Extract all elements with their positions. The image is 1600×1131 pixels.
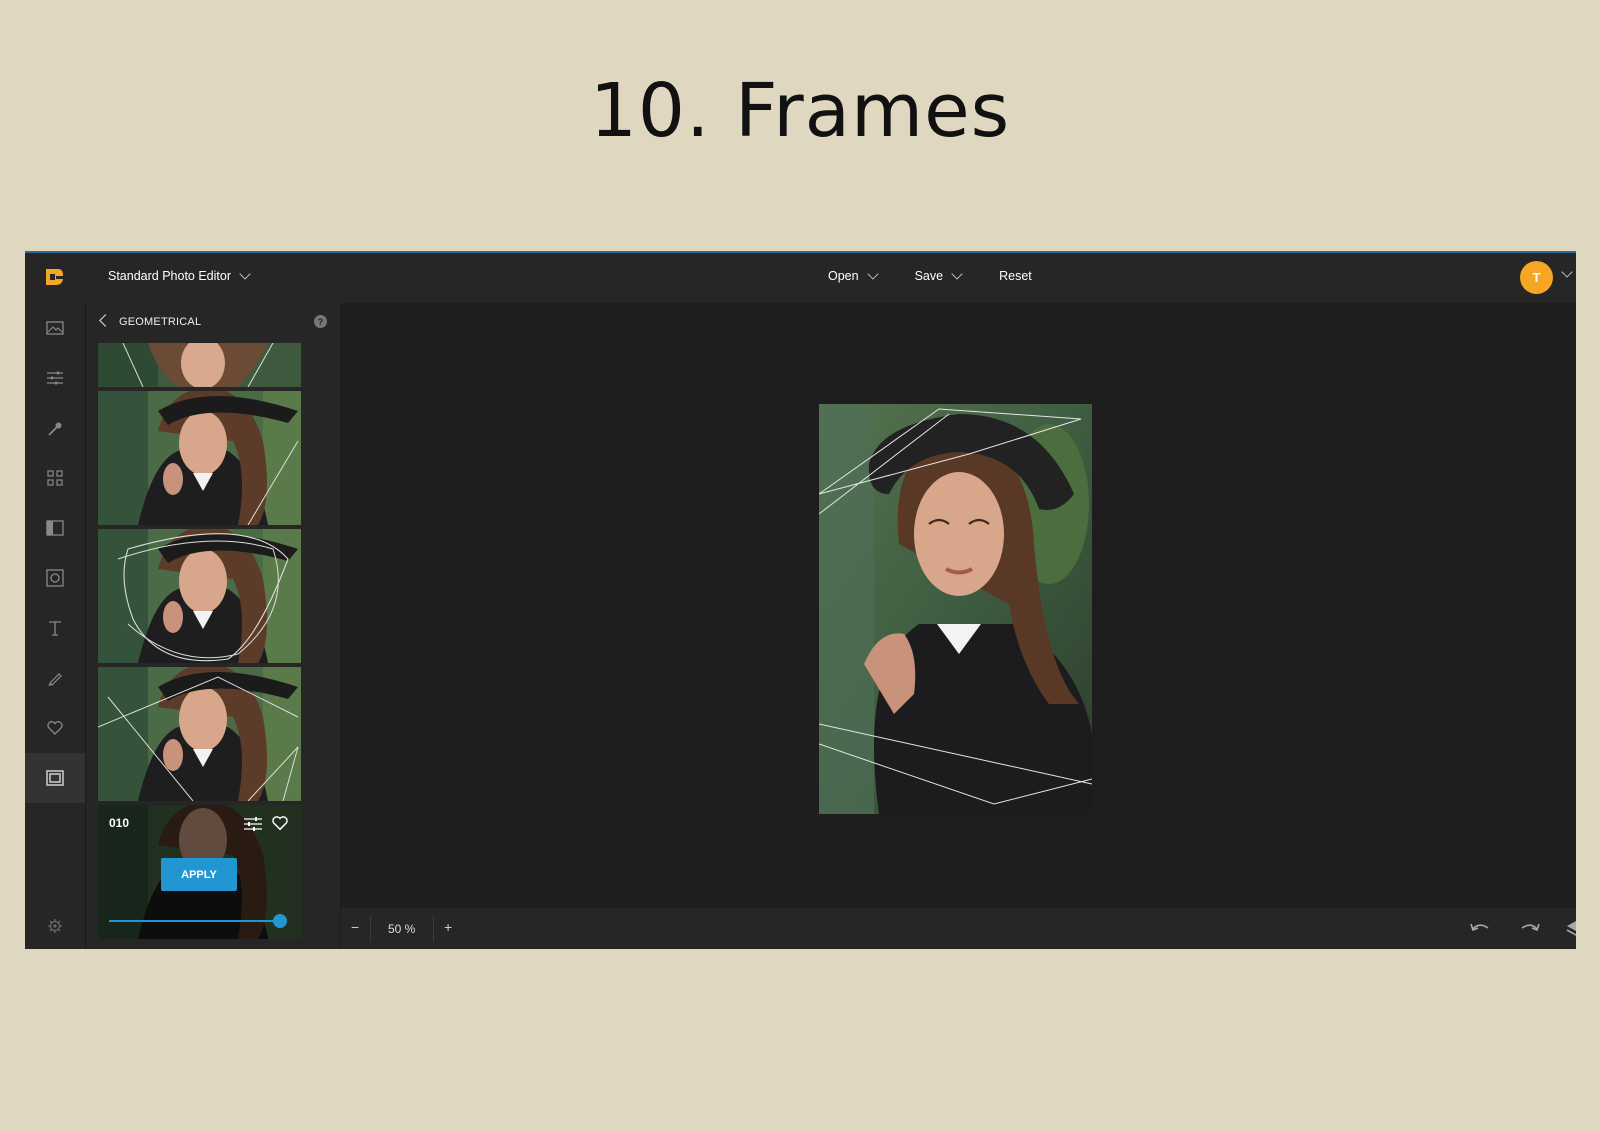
open-menu[interactable]: Open bbox=[828, 268, 879, 283]
save-label: Save bbox=[914, 269, 944, 283]
overlay-tool[interactable] bbox=[25, 503, 85, 553]
tool-sidebar bbox=[25, 303, 85, 949]
adjust-tool[interactable] bbox=[25, 353, 85, 403]
user-avatar[interactable]: T bbox=[1520, 261, 1553, 294]
bottom-bar: − 50 % + bbox=[341, 908, 1576, 949]
frame-thumbnail[interactable] bbox=[98, 343, 301, 387]
editor-type-label: Standard Photo Editor bbox=[108, 269, 231, 283]
file-menu: Open Save Reset bbox=[828, 268, 1032, 283]
top-bar: Standard Photo Editor Open Save Reset T bbox=[25, 253, 1576, 303]
settings-icon bbox=[48, 919, 62, 933]
magic-wand-icon bbox=[48, 422, 62, 436]
overlay-icon bbox=[46, 520, 64, 536]
photo-editor-window: Standard Photo Editor Open Save Reset T bbox=[25, 251, 1576, 949]
open-label: Open bbox=[828, 269, 859, 283]
brush-icon bbox=[48, 673, 62, 686]
slide-title: 10. Frames bbox=[589, 68, 1011, 154]
intensity-slider[interactable] bbox=[109, 914, 287, 928]
edited-photo[interactable] bbox=[819, 404, 1092, 814]
heart-icon bbox=[47, 721, 63, 735]
panel-title: GEOMETRICAL bbox=[119, 316, 202, 328]
text-icon bbox=[49, 621, 61, 636]
reset-button[interactable]: Reset bbox=[999, 269, 1032, 283]
app-logo-icon[interactable] bbox=[43, 266, 65, 288]
chevron-down-icon bbox=[866, 268, 879, 280]
frames-tool[interactable] bbox=[25, 753, 85, 803]
slider-knob[interactable] bbox=[273, 914, 287, 928]
tune-icon[interactable] bbox=[243, 816, 263, 832]
favorite-heart-icon[interactable] bbox=[271, 814, 289, 832]
selected-frame-card[interactable]: 010 APPLY bbox=[98, 805, 301, 939]
favorites-tool[interactable] bbox=[25, 703, 85, 753]
help-icon[interactable]: ? bbox=[314, 315, 327, 328]
divider bbox=[433, 916, 434, 942]
back-icon[interactable] bbox=[99, 314, 112, 327]
redo-icon[interactable] bbox=[1519, 920, 1541, 938]
undo-icon[interactable] bbox=[1469, 920, 1491, 938]
frame-thumbnail[interactable] bbox=[98, 529, 301, 663]
draw-tool[interactable] bbox=[25, 653, 85, 703]
apply-button[interactable]: APPLY bbox=[161, 858, 237, 891]
zoom-in-button[interactable]: + bbox=[444, 919, 452, 935]
frame-thumbnail[interactable] bbox=[98, 391, 301, 525]
settings-tool[interactable] bbox=[25, 901, 85, 949]
frame-icon bbox=[46, 569, 64, 587]
frame-tool[interactable] bbox=[25, 553, 85, 603]
save-menu[interactable]: Save bbox=[914, 268, 963, 283]
divider bbox=[370, 916, 371, 942]
zoom-level: 50 % bbox=[388, 922, 416, 936]
frame-number: 010 bbox=[109, 816, 130, 830]
image-tool[interactable] bbox=[25, 303, 85, 353]
frame-thumbnail[interactable] bbox=[98, 667, 301, 801]
reset-label: Reset bbox=[999, 269, 1032, 283]
frames-panel: GEOMETRICAL ? 010 APPLY bbox=[85, 303, 340, 949]
image-icon bbox=[46, 321, 64, 335]
adjust-icon bbox=[47, 371, 63, 385]
collage-tool[interactable] bbox=[25, 453, 85, 503]
panel-header: GEOMETRICAL ? bbox=[86, 303, 340, 341]
magic-tool[interactable] bbox=[25, 403, 85, 453]
text-tool[interactable] bbox=[25, 603, 85, 653]
editor-type-dropdown[interactable]: Standard Photo Editor bbox=[108, 268, 251, 283]
frames-icon bbox=[46, 770, 64, 786]
canvas-area bbox=[341, 303, 1576, 908]
account-chevron-down-icon[interactable] bbox=[1561, 266, 1573, 278]
chevron-down-icon bbox=[239, 268, 251, 280]
layers-icon[interactable] bbox=[1566, 919, 1576, 939]
chevron-down-icon bbox=[951, 268, 963, 280]
zoom-out-button[interactable]: − bbox=[351, 919, 359, 935]
grid-icon bbox=[47, 470, 63, 486]
